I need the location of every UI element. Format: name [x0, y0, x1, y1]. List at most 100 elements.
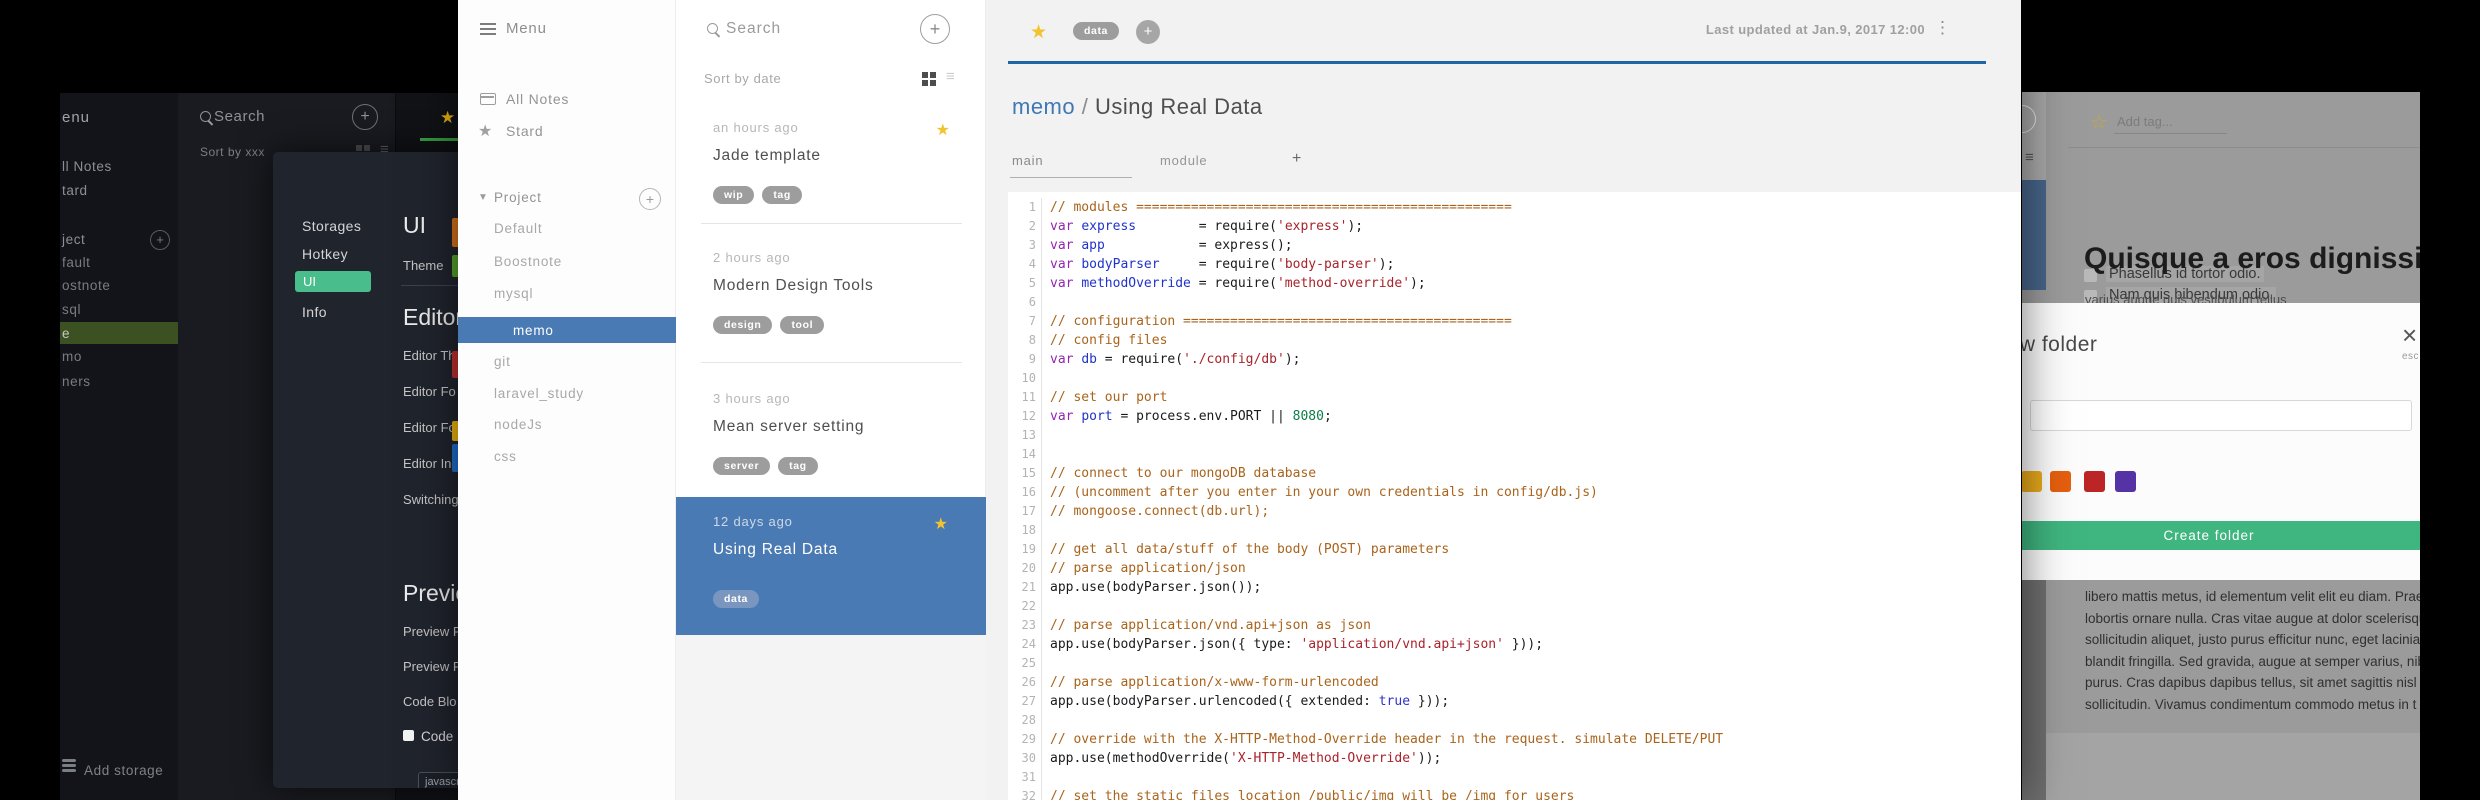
settings-row[interactable]: Switching — [403, 492, 459, 507]
dark-menu-label[interactable]: enu — [62, 109, 90, 126]
breadcrumb-folder[interactable]: memo — [1012, 94, 1075, 119]
right-notelist-strip: ≡ — [2022, 92, 2046, 180]
dark-add-folder-button[interactable]: + — [150, 230, 170, 250]
add-storage-button[interactable]: Add storage — [84, 763, 163, 778]
settings-row[interactable]: Editor Fo — [403, 420, 456, 435]
code-line: 22 — [1008, 597, 2021, 616]
folder-color-swatch[interactable] — [2022, 471, 2042, 492]
note-item-selected[interactable]: 12 days ago ★ Using Real Data data — [676, 497, 986, 635]
dark-all-notes[interactable]: ll Notes — [62, 159, 112, 174]
note-item[interactable]: 3 hours ago Mean server setting server tag — [713, 391, 963, 475]
body-text-line: sollicitudin aliquet, justo purus effici… — [2085, 632, 2420, 647]
sidebar-folder-selected[interactable]: memo — [458, 317, 676, 343]
dark-search-input[interactable]: Search — [214, 108, 265, 125]
sidebar-folder[interactable]: ners — [62, 374, 91, 389]
sort-selector[interactable]: Sort by date — [704, 71, 781, 86]
folder-color-swatch[interactable] — [2050, 471, 2071, 492]
editor-accent-line — [1008, 61, 1986, 64]
sidebar-folder[interactable]: git — [494, 354, 511, 369]
note-star-toggle[interactable]: ★ — [1030, 21, 1047, 44]
code-block-checkbox[interactable] — [403, 730, 414, 741]
sidebar-folder-selected[interactable]: e — [60, 322, 178, 344]
code-editor[interactable]: 1 // modules ============================… — [1008, 192, 2021, 800]
settings-row[interactable]: Editor Fo — [403, 384, 456, 399]
add-folder-button[interactable]: + — [639, 188, 661, 210]
dark-sort-label[interactable]: Sort by xxx — [200, 145, 265, 159]
note-list-empty-area — [676, 635, 986, 800]
list-view-icon[interactable]: ≡ — [2025, 150, 2034, 165]
note-item[interactable]: 2 hours ago Modern Design Tools design tool — [713, 250, 963, 334]
tag-badge[interactable]: tag — [762, 186, 802, 204]
tag-badge[interactable]: wip — [713, 186, 755, 204]
folder-color-swatch[interactable] — [2115, 471, 2136, 492]
settings-row[interactable]: Editor Inc — [403, 456, 458, 471]
dark-starred[interactable]: tard — [62, 183, 88, 198]
folder-color-swatch[interactable] — [2084, 471, 2105, 492]
add-tag-button[interactable]: + — [1136, 20, 1160, 44]
right-selected-note-sliver[interactable] — [2022, 180, 2046, 290]
settings-tab-active[interactable]: UI — [295, 271, 371, 292]
sidebar-folder[interactable]: css — [494, 449, 517, 464]
sidebar-folder[interactable]: Boostnote — [494, 254, 562, 269]
sidebar-folder[interactable]: nodeJs — [494, 417, 542, 432]
sidebar-folder[interactable]: mo — [62, 349, 82, 364]
dark-new-note-button[interactable]: + — [352, 104, 378, 130]
hamburger-icon[interactable] — [480, 20, 496, 38]
project-label[interactable]: Project — [494, 190, 542, 205]
code-line: 20 // parse application/json — [1008, 559, 2021, 578]
code-line: 10 — [1008, 369, 2021, 388]
code-text: // config files — [1050, 333, 1168, 348]
code-text: // (uncomment after you enter in your ow… — [1050, 485, 1598, 500]
line-number: 5 — [1008, 274, 1042, 293]
tag-badge[interactable]: tag — [778, 457, 818, 475]
search-input[interactable]: Search — [726, 20, 781, 38]
sidebar-folder[interactable]: fault — [62, 255, 91, 270]
starred-icon: ★ — [478, 123, 493, 140]
menu-label[interactable]: Menu — [506, 20, 547, 37]
tag-badge[interactable]: tool — [780, 316, 825, 334]
settings-row[interactable]: Code Blo — [403, 694, 456, 709]
close-icon[interactable]: × — [2402, 322, 2417, 348]
settings-theme-row[interactable]: Theme — [403, 258, 443, 273]
settings-tab[interactable]: Storages — [302, 218, 361, 234]
last-updated-label: Last updated at Jan.9, 2017 12:00 — [1705, 22, 1925, 37]
breadcrumb-separator: / — [1075, 94, 1095, 119]
dark-project-label[interactable]: ject — [62, 232, 85, 247]
sidebar-item-starred[interactable]: Stard — [506, 123, 543, 139]
note-tag-badge[interactable]: data — [1073, 22, 1119, 40]
new-note-button[interactable]: + — [920, 14, 950, 44]
sidebar-folder[interactable]: mysql — [494, 286, 533, 301]
sidebar-item-all-notes[interactable]: All Notes — [506, 91, 569, 107]
new-note-button-partial[interactable] — [2022, 105, 2036, 133]
star-outline-icon[interactable]: ☆ — [2090, 110, 2108, 135]
project-collapse-icon[interactable]: ▼ — [478, 192, 488, 203]
settings-row[interactable]: Preview F — [403, 659, 461, 674]
code-text: // connect to our mongoDB database — [1050, 466, 1317, 481]
note-star[interactable]: ★ — [936, 120, 950, 140]
add-tag-input[interactable]: Add tag... — [2117, 114, 2173, 129]
settings-row[interactable]: Editor Th — [403, 348, 456, 363]
tab-main[interactable]: main — [1012, 153, 1043, 168]
sidebar-folder[interactable]: sql — [62, 302, 81, 317]
body-text-line: lobortis ornare nulla. Cras vitae augue … — [2085, 610, 2420, 626]
tab-module[interactable]: module — [1160, 153, 1207, 168]
create-folder-button[interactable]: Create folder — [2022, 521, 2420, 550]
note-star[interactable]: ★ — [934, 514, 948, 534]
tag-badge[interactable]: server — [713, 457, 771, 475]
tag-badge[interactable]: design — [713, 316, 773, 334]
settings-row[interactable]: Preview F — [403, 624, 461, 639]
settings-tab[interactable]: Hotkey — [302, 246, 348, 262]
settings-tab[interactable]: Info — [302, 304, 327, 320]
sidebar-folder[interactable]: laravel_study — [494, 386, 584, 401]
grid-view-icon[interactable] — [922, 72, 936, 86]
note-item[interactable]: an hours ago ★ Jade template wip tag — [713, 120, 963, 204]
new-tab-button[interactable]: + — [1292, 150, 1302, 168]
list-view-icon[interactable]: ≡ — [946, 69, 955, 84]
note-menu-icon[interactable]: ⋮ — [1934, 18, 1951, 38]
tag-badge[interactable]: data — [713, 590, 759, 608]
code-text: var app = express(); — [1050, 238, 1293, 253]
folder-name-input[interactable] — [2030, 400, 2412, 431]
sidebar-folder[interactable]: Default — [494, 221, 542, 236]
sidebar-folder[interactable]: ostnote — [62, 278, 110, 293]
star-icon[interactable]: ★ — [440, 108, 455, 128]
